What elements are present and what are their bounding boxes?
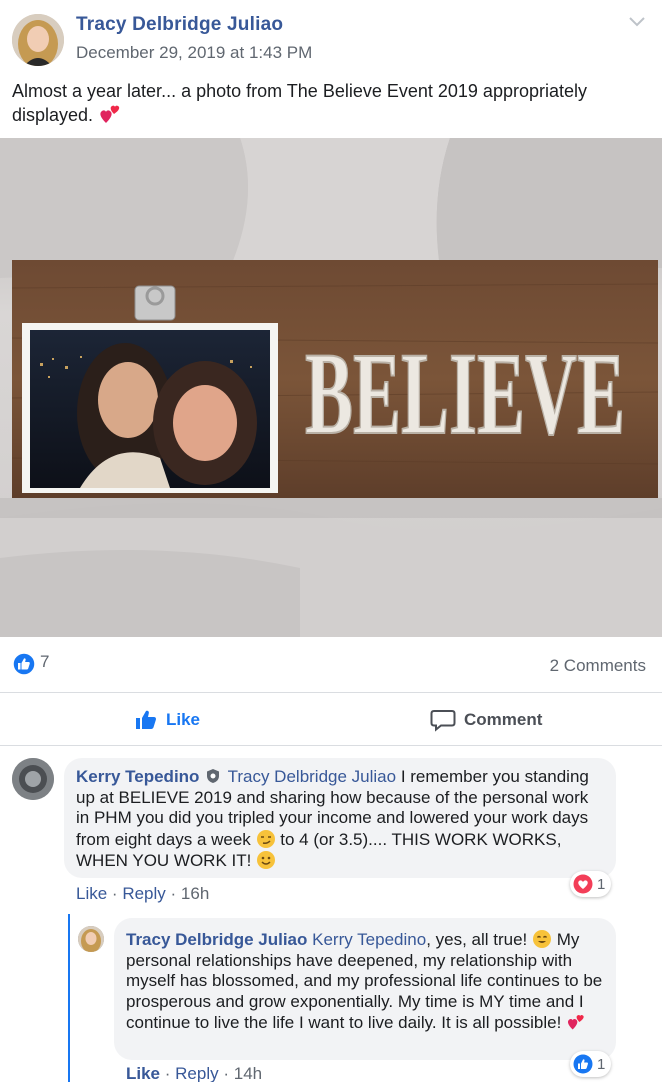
reply-reaction-pill[interactable]: 1	[570, 1051, 612, 1077]
reply-thread-line	[68, 914, 70, 1082]
comment-mention[interactable]: Tracy Delbridge Juliao	[228, 767, 397, 786]
like-button-label: Like	[166, 710, 201, 729]
author-avatar[interactable]	[12, 14, 64, 66]
post-actions-bar: Like Comment	[0, 692, 662, 746]
reply-text: , yes, all true!	[426, 930, 528, 949]
comment-reply-link[interactable]: Reply	[122, 884, 165, 903]
post-timestamp[interactable]: December 29, 2019 at 1:43 PM	[76, 43, 312, 63]
meta-separator: ·	[111, 884, 123, 903]
comment-author[interactable]: Kerry Tepedino	[76, 767, 199, 786]
grin-emoji-icon	[532, 929, 552, 949]
comment-time[interactable]: 16h	[181, 884, 209, 903]
two-hearts-icon	[98, 103, 122, 125]
commenter-avatar[interactable]	[12, 758, 54, 800]
heart-reaction-icon	[573, 874, 593, 894]
reply-mention[interactable]: Kerry Tepedino	[312, 930, 426, 949]
comment-button[interactable]: Comment	[430, 703, 542, 737]
reply-author[interactable]: Tracy Delbridge Juliao	[126, 930, 307, 949]
reply-time[interactable]: 14h	[234, 1064, 262, 1082]
like-reaction-icon	[573, 1054, 593, 1074]
post-text: Almost a year later... a photo from The …	[12, 79, 612, 127]
smirk-emoji-icon	[256, 829, 276, 849]
meta-separator: ·	[170, 884, 181, 903]
post-author[interactable]: Tracy Delbridge Juliao	[76, 14, 283, 36]
chevron-down-icon[interactable]	[626, 14, 648, 30]
comments-count[interactable]: 2 Comments	[550, 656, 646, 676]
thumbs-up-icon	[136, 710, 156, 729]
two-hearts-icon	[566, 1012, 586, 1032]
post-header: Tracy Delbridge Juliao December 29, 2019…	[0, 0, 666, 76]
comment-bubble: Kerry Tepedino Tracy Delbridge Juliao I …	[64, 758, 616, 878]
like-count[interactable]: 7	[40, 652, 49, 672]
reaction-count: 1	[597, 875, 606, 893]
meta-separator: ·	[223, 1064, 234, 1082]
reply-bubble: Tracy Delbridge Juliao Kerry Tepedino, y…	[114, 918, 616, 1060]
comment-button-label: Comment	[464, 710, 543, 729]
reply-author-avatar[interactable]	[78, 926, 104, 952]
shield-icon	[206, 768, 220, 784]
comment-bubble-icon	[430, 710, 456, 732]
reply-reply-link[interactable]: Reply	[175, 1064, 218, 1082]
sign-text: BELIEVE	[305, 328, 625, 459]
reply-like-link[interactable]: Like	[126, 1064, 160, 1082]
reaction-stats: 7 2 Comments	[0, 648, 666, 678]
like-reaction-icon[interactable]	[12, 652, 36, 676]
like-button[interactable]: Like	[134, 703, 200, 737]
comment-like-link[interactable]: Like	[76, 884, 107, 903]
post-photo[interactable]: BELIEVE	[0, 138, 662, 637]
comment-reaction-pill[interactable]: 1	[570, 871, 612, 897]
reaction-count: 1	[597, 1055, 606, 1073]
meta-separator: ·	[164, 1064, 176, 1082]
reply-meta: Like · Reply · 14h	[126, 1064, 262, 1082]
comment-meta: Like · Reply · 16h	[76, 884, 209, 904]
smile-emoji-icon	[256, 850, 276, 870]
